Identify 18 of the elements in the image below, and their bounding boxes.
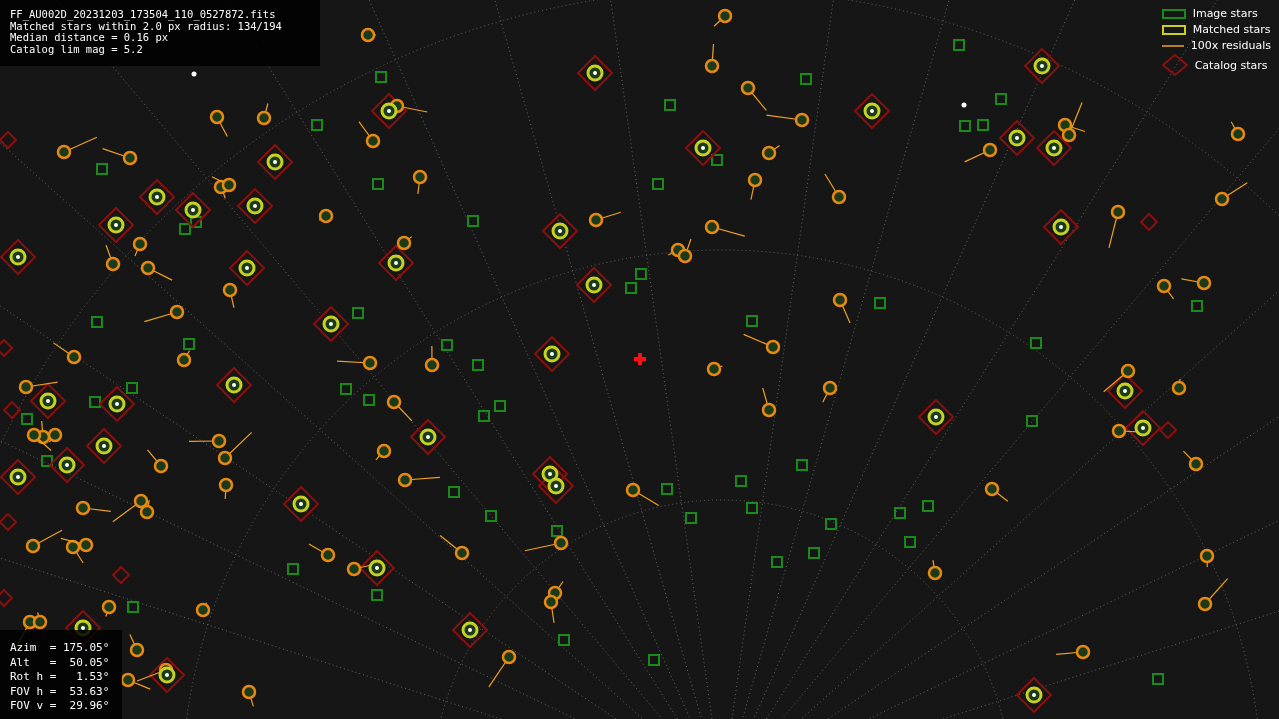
pointing-line: Azim = 175.05°	[10, 641, 110, 656]
legend-label: 100x residuals	[1190, 39, 1271, 52]
pointing-line: Alt = 50.05°	[10, 655, 110, 670]
legend-label: Catalog stars	[1194, 58, 1268, 72]
info-line: Matched stars within 2.0 px radius: 134/194	[10, 20, 282, 32]
center-cross-icon	[634, 353, 646, 365]
info-line: Catalog lim mag = 5.2	[10, 43, 143, 55]
square-marker-icon	[1161, 24, 1186, 35]
line-marker-icon	[1160, 44, 1185, 47]
pointing-line: FOV h = 53.63°	[10, 684, 110, 699]
diamond-marker-icon	[1161, 54, 1188, 76]
legend-label: Matched stars	[1192, 23, 1271, 36]
pointing-line: FOV v = 29.96°	[10, 699, 110, 714]
square-marker-icon	[1161, 8, 1186, 19]
info-line: Median distance = 0.16 px	[10, 32, 169, 44]
legend-label: Image stars	[1192, 7, 1258, 20]
pointing-line: Rot h = 1.53°	[10, 670, 110, 685]
info-line: FF_AU002D_20231203_173504_110_0527872.fits	[10, 9, 276, 21]
